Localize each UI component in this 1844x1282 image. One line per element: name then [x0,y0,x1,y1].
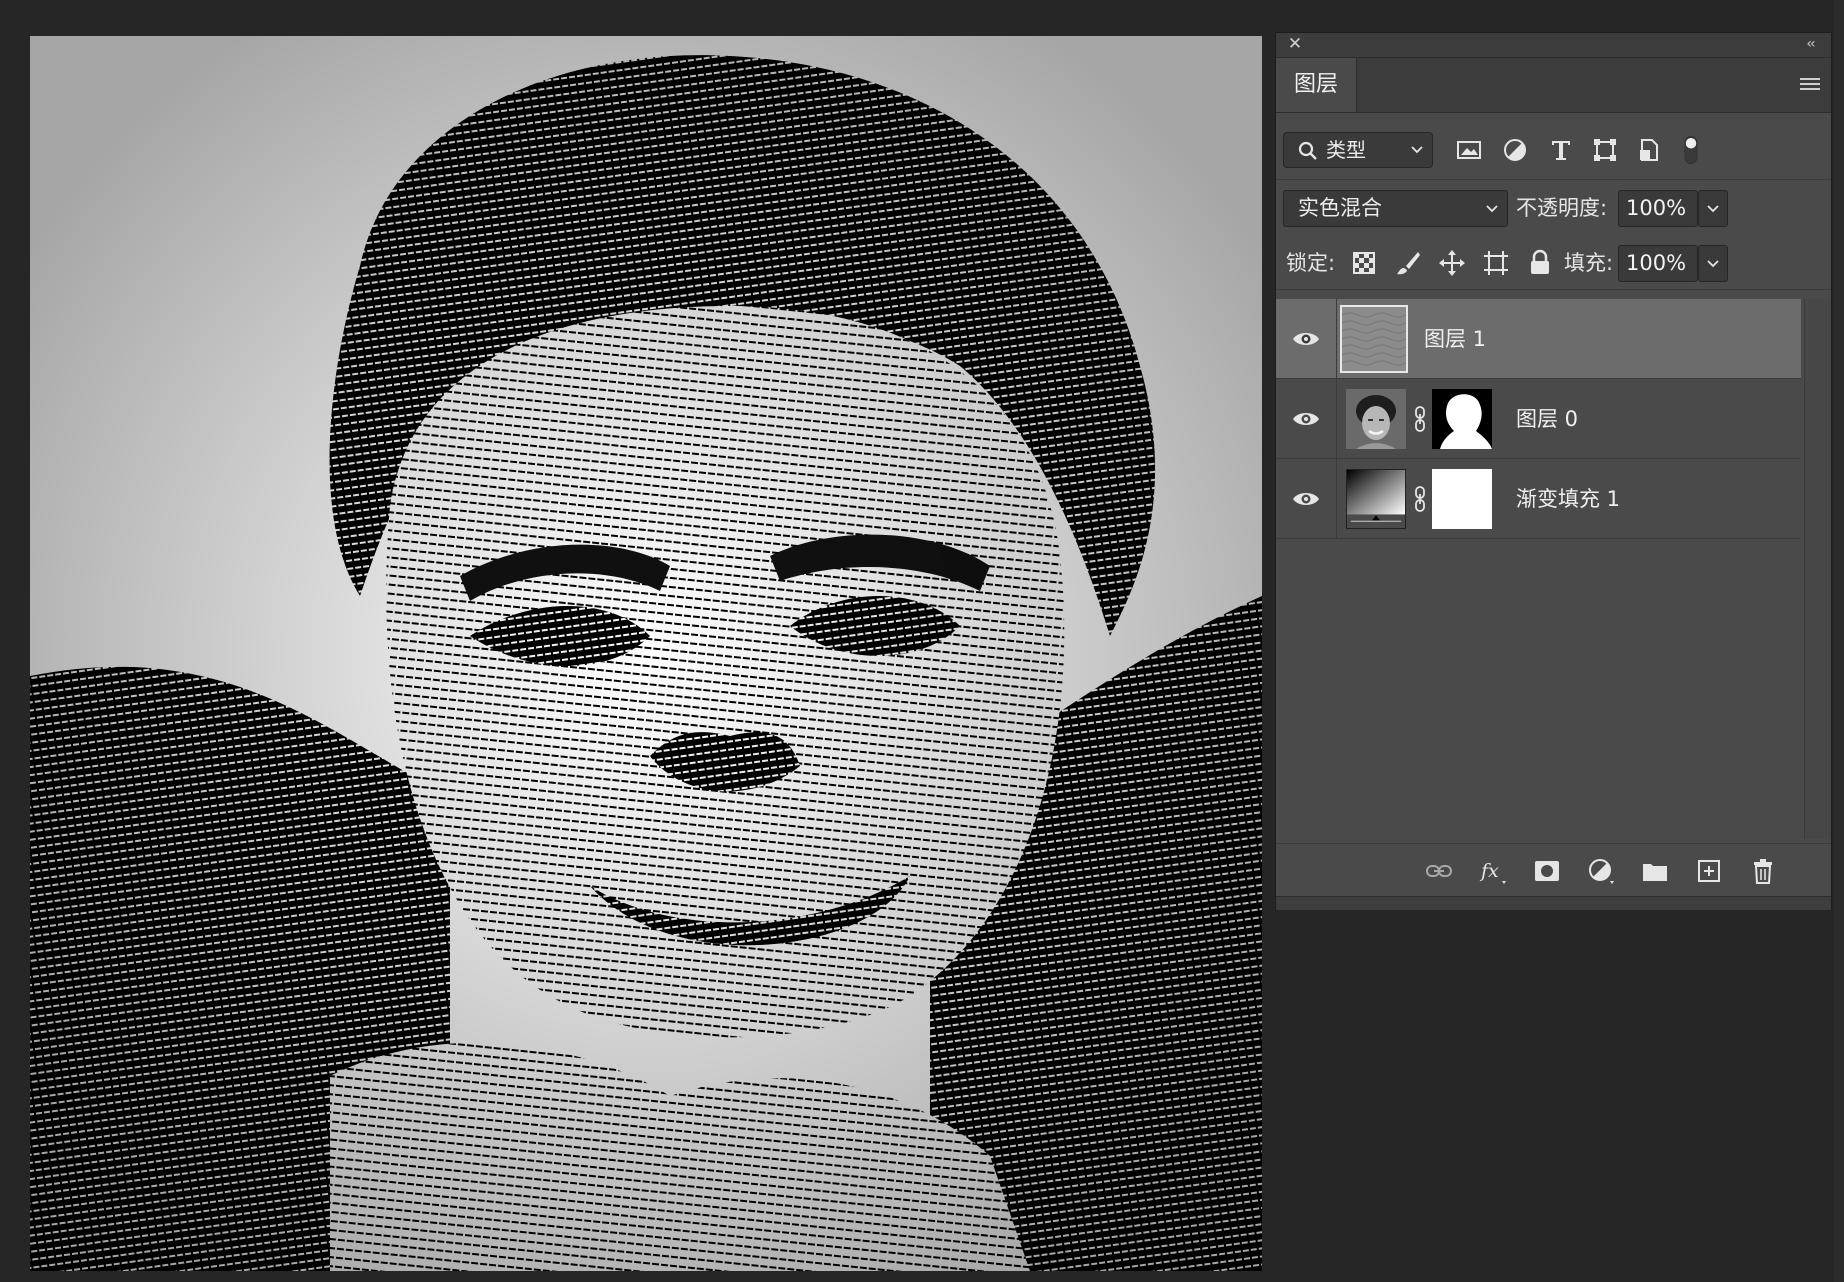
panel-tab-bar: 图层 [1276,58,1831,113]
adjustment-filter-icon[interactable] [1500,135,1530,165]
filter-toggle-icon[interactable] [1680,135,1702,165]
layer-thumbnail[interactable] [1346,469,1406,529]
image-filter-icon[interactable] [1454,135,1484,165]
layer-name[interactable]: 图层 0 [1516,379,1578,459]
layer-row[interactable]: 图层 0 [1276,379,1801,459]
close-icon[interactable]: ✕ [1286,35,1304,53]
layer-thumbnail[interactable] [1340,305,1408,373]
layer-thumbnail[interactable] [1346,389,1406,449]
layer-row[interactable]: 图层 1 [1276,299,1801,379]
layer-mask-thumbnail[interactable] [1432,469,1492,529]
collapse-panel-icon[interactable]: ‹‹ [1799,35,1821,53]
eye-visibility-icon[interactable] [1291,487,1321,511]
blend-mode-select[interactable]: 实色混合 [1283,190,1508,227]
layer-name[interactable]: 渐变填充 1 [1516,459,1620,539]
blend-mode-value: 实色混合 [1298,196,1382,220]
layer-filter-row: 类型 [1276,125,1831,175]
chevron-down-icon [1707,205,1719,213]
smart-object-filter-icon[interactable] [1634,135,1664,165]
opacity-input[interactable]: 100% [1618,190,1698,227]
svg-text:fx: fx [1479,860,1499,882]
lock-all-icon[interactable] [1526,249,1554,277]
lock-row: 锁定: 填充: 100% [1276,237,1831,290]
opacity-label: 不透明度: [1516,196,1608,220]
halftone-portrait-image [30,36,1262,1271]
lock-image-pixels-icon[interactable] [1394,249,1422,277]
layer-name[interactable]: 图层 1 [1424,299,1486,379]
lock-label: 锁定: [1286,251,1336,275]
right-dock-edge [1834,0,1844,1282]
type-filter-icon[interactable] [1546,135,1576,165]
wave-pattern-thumbnail-icon [1342,307,1406,371]
adjustment-layer-icon[interactable] [1586,856,1616,886]
delete-icon[interactable] [1748,856,1778,886]
eye-visibility-icon[interactable] [1291,327,1321,351]
new-layer-icon[interactable] [1694,856,1724,886]
layers-scrollbar[interactable] [1804,299,1831,839]
search-icon [1298,141,1317,160]
mask-link-icon[interactable] [1413,485,1427,513]
link-layers-icon[interactable] [1424,856,1454,886]
filter-kind-select[interactable]: 类型 [1283,132,1433,168]
shape-filter-icon[interactable] [1590,135,1620,165]
chevron-down-icon [1411,146,1423,154]
gradient-fill-thumbnail-icon [1347,470,1405,528]
filter-kind-label: 类型 [1326,138,1366,162]
chevron-down-icon [1486,205,1498,213]
panel-resize-grip[interactable] [1276,896,1831,910]
blend-row: 实色混合 不透明度: 100% [1276,179,1831,232]
mask-link-icon[interactable] [1413,405,1427,433]
lock-position-icon[interactable] [1438,249,1466,277]
fill-dropdown[interactable] [1698,245,1728,282]
panel-titlebar: ✕ ‹‹ [1276,33,1831,58]
portrait-thumbnail-icon [1346,389,1406,449]
chevron-down-icon [1707,260,1719,268]
silhouette-mask-icon [1432,389,1492,449]
add-mask-icon[interactable] [1532,856,1562,886]
layers-panel: ✕ ‹‹ 图层 类型 实色混合 不透明度: 100% 锁定: 填充: 100% … [1276,33,1831,910]
panel-footer: fx [1276,843,1831,896]
opacity-dropdown[interactable] [1698,190,1728,227]
fill-label: 填充: [1564,251,1614,275]
new-group-icon[interactable] [1640,856,1670,886]
layer-row[interactable]: 渐变填充 1 [1276,459,1801,539]
document-canvas[interactable] [30,36,1262,1271]
fill-input[interactable]: 100% [1618,245,1698,282]
lock-artboard-icon[interactable] [1482,249,1510,277]
panel-menu-icon[interactable] [1799,75,1821,95]
eye-visibility-icon[interactable] [1291,407,1321,431]
layer-mask-thumbnail[interactable] [1432,389,1492,449]
fx-icon[interactable]: fx [1478,856,1508,886]
lock-transparent-pixels-icon[interactable] [1350,249,1378,277]
tab-layers[interactable]: 图层 [1276,58,1357,112]
